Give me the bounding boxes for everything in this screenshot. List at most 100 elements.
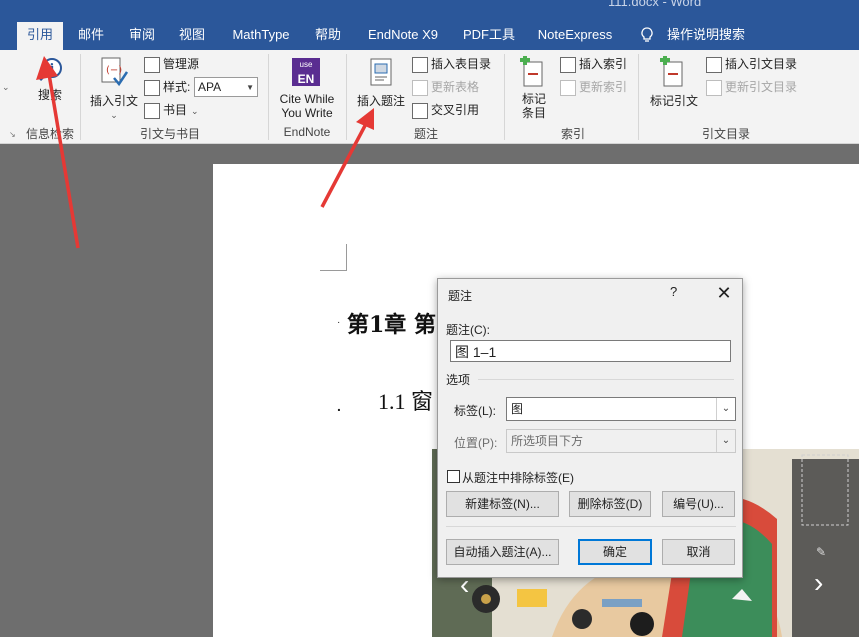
style-value: APA [198,80,222,94]
insert-toa-button[interactable]: 插入引文目录 [706,54,797,74]
insert-toa-icon [706,56,722,73]
chevron-down-icon: ▼ [246,83,254,92]
insert-table-of-figures-button[interactable]: 插入表目录 [412,54,491,74]
chevron-down-icon[interactable]: ⌄ [2,82,10,93]
svg-text:i: i [50,62,55,77]
style-icon [144,79,160,96]
mark-citation-button[interactable]: 标记引文 [644,54,704,122]
bibliography-icon [144,102,160,119]
pencil-icon[interactable]: ✎ [816,545,826,559]
update-table-button[interactable]: 更新表格 [412,77,479,97]
position-field-label: 位置(P): [454,436,498,450]
insert-toa-label: 插入引文目录 [725,57,798,71]
mark-entry-button[interactable]: 标记 条目 [510,54,558,122]
delete-label-button[interactable]: 删除标签(D) [569,491,651,517]
update-toa-icon [706,79,722,96]
autocaption-button[interactable]: 自动插入题注(A)... [446,539,559,565]
cross-reference-icon [412,102,428,119]
mark-citation-icon [660,56,683,87]
tell-me-search[interactable]: 操作说明搜索 [667,22,745,50]
ok-button[interactable]: 确定 [578,539,652,565]
bullet-mark: . [337,398,341,414]
update-table-label: 更新表格 [431,80,480,94]
tab-view[interactable]: 视图 [170,22,214,50]
exclude-label-checkbox[interactable] [447,470,460,483]
style-select[interactable]: APA ▼ [194,77,258,97]
mark-entry-line1: 标记 [521,92,546,106]
info-icon: i [38,58,62,82]
cancel-button[interactable]: 取消 [662,539,735,565]
mark-entry-line2: 条目 [521,106,546,120]
close-icon[interactable]: ✕ [706,279,742,307]
chevron-down-icon: ⌄ [110,110,118,120]
cwyw-line1: Cite While [279,92,335,106]
insert-citation-button[interactable]: (−) 插入引文 ⌄ [86,54,142,122]
label-field-label: 标签(L): [454,404,497,418]
chevron-down-icon: ⌄ [716,430,735,452]
section-heading[interactable]: 1.1 窗 [378,384,433,416]
update-index-label: 更新索引 [579,80,628,94]
tab-help[interactable]: 帮助 [306,22,350,50]
chevron-down-icon: ⌄ [716,398,735,420]
chevron-right-icon[interactable]: › [814,567,823,599]
options-label: 选项 [446,373,471,387]
insert-caption-label: 插入题注 [356,94,405,108]
new-label-button[interactable]: 新建标签(N)... [446,491,559,517]
cite-while-you-write-button[interactable]: use EN Cite While You Write [274,54,338,122]
insert-citation-label: 插入引文 [89,94,138,108]
margin-corner-mark [320,244,347,271]
group-info-search: 信息检索 [25,127,74,141]
endnote-icon: use EN [292,58,320,86]
cwyw-line2: You Write [281,106,333,120]
update-toa-label: 更新引文目录 [725,80,798,94]
ribbon: ⌄ i 搜索 信息检索 ↘ (−) 插入引文 ⌄ 管理源 样式: APA ▼ 书… [0,50,859,144]
tab-noteexpress[interactable]: NoteExpress [530,22,620,50]
svg-text:(−): (−) [106,65,122,76]
group-captions: 题注 [413,127,438,141]
chevron-down-icon: ⌄ [191,106,199,116]
exclude-label-text: 从题注中排除标签(E) [462,471,574,485]
search-button[interactable]: i 搜索 [24,52,80,124]
cross-reference-button[interactable]: 交叉引用 [412,100,479,120]
caption-field-label: 题注(C): [446,323,490,337]
bibliography-label: 书目 [163,103,188,117]
numbering-button[interactable]: 编号(U)... [662,491,735,517]
update-index-button[interactable]: 更新索引 [560,77,627,97]
update-index-icon [560,79,576,96]
tab-mailings[interactable]: 邮件 [68,22,114,50]
tab-mathtype[interactable]: MathType [222,22,300,50]
insert-caption-button[interactable]: 插入题注 [352,54,410,122]
update-toa-button[interactable]: 更新引文目录 [706,77,797,97]
label-select-value: 图 [511,402,524,416]
chapter-heading[interactable]: 第1章 第 [347,307,436,339]
manage-sources-button[interactable]: 管理源 [144,54,199,74]
help-button[interactable]: ? [670,284,677,299]
position-select-value: 所选项目下方 [511,434,584,448]
manage-sources-label: 管理源 [163,57,200,71]
tab-endnote[interactable]: EndNote X9 [358,22,448,50]
insert-citation-icon: (−) [101,57,128,87]
tab-pdf-tools[interactable]: PDF工具 [456,22,522,50]
style-label-item: 样式: [144,77,190,97]
mark-citation-label: 标记引文 [649,94,698,108]
insert-index-button[interactable]: 插入索引 [560,54,627,74]
update-table-icon [412,79,428,96]
position-select[interactable]: 所选项目下方 ⌄ [506,429,736,453]
caption-input[interactable]: 图 1–1 [450,340,731,362]
table-of-figures-icon [412,56,428,73]
tab-references[interactable]: 引用 [17,22,63,50]
bibliography-button[interactable]: 书目 ⌄ [144,100,199,120]
title-bar: 111.docx - Word 引用 邮件 审阅 视图 MathType 帮助 … [0,0,859,50]
insert-index-icon [560,56,576,73]
tab-review[interactable]: 审阅 [120,22,164,50]
manage-sources-icon [144,56,160,73]
group-endnote: EndNote [283,125,331,139]
mark-entry-icon [520,56,543,87]
window-title: 111.docx - Word [608,0,702,9]
bullet-mark: · [337,317,341,328]
dialog-launcher-icon[interactable]: ↘ [9,130,16,139]
insert-table-of-figures-label: 插入表目录 [431,57,492,71]
group-index: 索引 [560,127,585,141]
label-select[interactable]: 图 ⌄ [506,397,736,421]
group-citations: 引文与书目 [139,127,200,141]
